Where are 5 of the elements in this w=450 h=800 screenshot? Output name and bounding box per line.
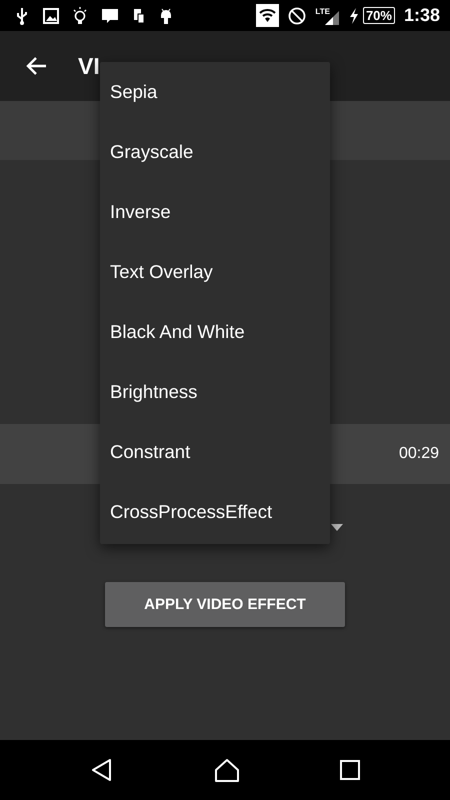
battery-percent: 70% <box>362 7 395 24</box>
clock-time: 1:38 <box>404 5 440 26</box>
screen-title: VI <box>78 52 100 80</box>
network-type: LTE <box>315 6 330 16</box>
video-duration: 00:29 <box>398 445 439 463</box>
